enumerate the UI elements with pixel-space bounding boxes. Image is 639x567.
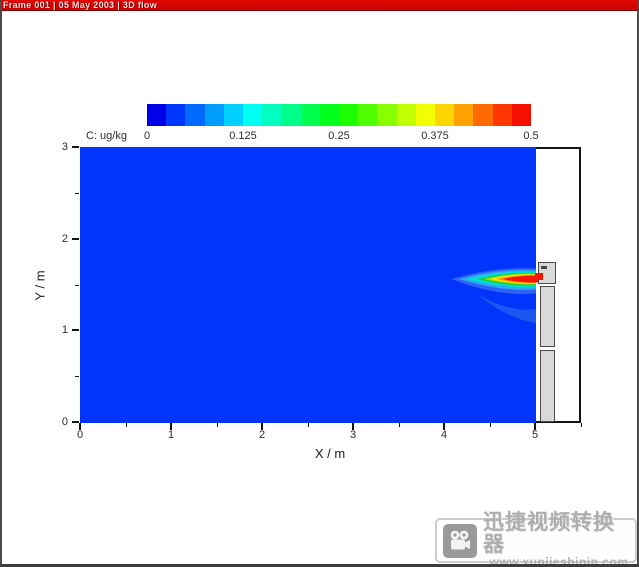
jet-source (535, 273, 543, 280)
colorbar-segment (301, 104, 320, 126)
y-tick-major (72, 238, 79, 240)
y-tick-minor (75, 193, 79, 194)
colorbar-segment (397, 104, 416, 126)
colorbar-segment (358, 104, 377, 126)
legend-tick-label: 0.375 (421, 130, 449, 142)
video-camera-icon (443, 524, 477, 558)
y-tick-major (72, 329, 79, 331)
x-tick-minor (490, 423, 491, 427)
wall-obstacle-block (540, 350, 555, 422)
x-tick-label: 0 (67, 429, 93, 441)
y-tick-label: 1 (42, 324, 68, 336)
legend-tick-label: 0.125 (229, 130, 257, 142)
y-tick-label: 0 (42, 416, 68, 428)
colorbar-segment (262, 104, 281, 126)
watermark-text: 迅捷视频转换器 www.xunjieshipin.com (483, 512, 635, 567)
y-tick-major (72, 421, 79, 423)
colorbar-segment (512, 104, 531, 126)
colorbar-segment (377, 104, 396, 126)
x-tick-label: 4 (431, 429, 457, 441)
colorbar-segment (185, 104, 204, 126)
colorbar-segment (205, 104, 224, 126)
colorbar-segment (320, 104, 339, 126)
y-tick-minor (75, 285, 79, 286)
legend-tick-label: 0.5 (523, 130, 538, 142)
x-tick-minor (308, 423, 309, 427)
plume-contours (80, 147, 550, 423)
colorbar-segment (473, 104, 492, 126)
x-tick-label: 2 (249, 429, 275, 441)
watermark-title: 迅捷视频转换器 (483, 512, 635, 556)
colorbar-segment (166, 104, 185, 126)
colorbar-segment (147, 104, 166, 126)
legend-colorbar (147, 104, 531, 126)
x-tick-minor (217, 423, 218, 427)
y-tick-label: 2 (42, 233, 68, 245)
colorbar-segment (243, 104, 262, 126)
legend-tick-label: 0.25 (328, 130, 349, 142)
wall-obstacle-block (540, 286, 555, 347)
x-axis-title: X / m (290, 446, 370, 461)
x-tick-label: 1 (158, 429, 184, 441)
colorbar-segment (416, 104, 435, 126)
watermark-url[interactable]: www.xunjieshipin.com (490, 556, 629, 567)
video-frame: Frame 001 | 05 May 2003 | 3D flow C: ug/… (0, 0, 639, 567)
y-tick-minor (75, 376, 79, 377)
y-tick-major (72, 146, 79, 148)
colorbar-segment (339, 104, 358, 126)
frame-title-bar: Frame 001 | 05 May 2003 | 3D flow (0, 0, 639, 11)
frame-title-text: Frame 001 | 05 May 2003 | 3D flow (0, 0, 639, 11)
colorbar-segment (281, 104, 300, 126)
x-tick-label: 3 (340, 429, 366, 441)
colorbar-segment (435, 104, 454, 126)
colorbar-segment (224, 104, 243, 126)
legend-tick-label: 0 (144, 130, 150, 142)
plume-lower-lobe (478, 295, 536, 323)
watermark-banner[interactable]: 迅捷视频转换器 www.xunjieshipin.com (435, 518, 637, 563)
y-axis-title: Y / m (33, 256, 48, 316)
obstacle-marker-icon (541, 266, 547, 269)
x-tick-minor (126, 423, 127, 427)
y-tick-label: 3 (42, 141, 68, 153)
legend-label: C: ug/kg (86, 130, 127, 142)
x-tick-minor (399, 423, 400, 427)
x-tick-minor (581, 423, 582, 427)
x-tick-label: 5 (522, 429, 548, 441)
colorbar-segment (493, 104, 512, 126)
colorbar-segment (454, 104, 473, 126)
